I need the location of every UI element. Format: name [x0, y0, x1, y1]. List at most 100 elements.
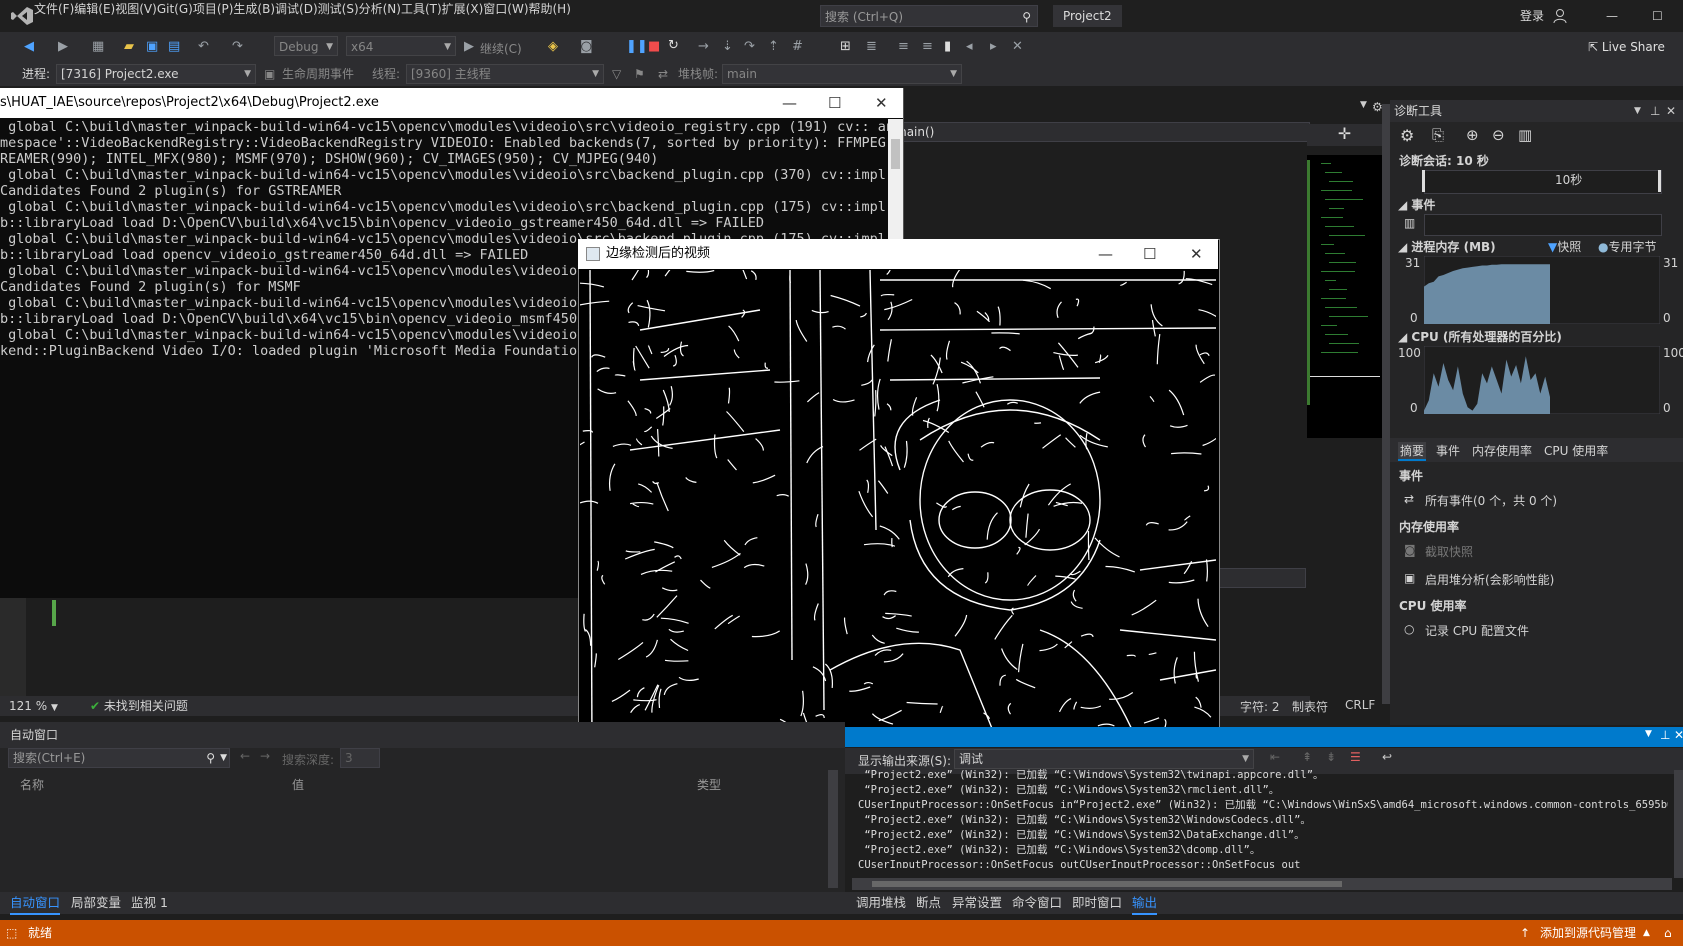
chevron-down-icon[interactable]: ▼: [1645, 729, 1652, 739]
window-maximize-button[interactable]: ☐: [1652, 0, 1663, 32]
chevron-down-icon[interactable]: ▼: [1634, 100, 1641, 122]
attach-icon[interactable]: ◈: [548, 39, 558, 54]
tab-events[interactable]: 事件: [1436, 442, 1460, 459]
search-depth-dropdown[interactable]: 3: [340, 748, 380, 768]
chevron-down-icon[interactable]: ▼: [1360, 100, 1367, 110]
navigate-back-icon[interactable]: ◀: [24, 39, 34, 54]
tab-memory-usage[interactable]: 内存使用率: [1472, 442, 1532, 459]
editor-vertical-scrollbar[interactable]: [1382, 104, 1390, 704]
output-source-dropdown[interactable]: 调试 ▼: [954, 749, 1254, 769]
platform-dropdown[interactable]: x64 ▼: [346, 36, 456, 56]
user-icon[interactable]: [1553, 8, 1569, 24]
zoom-level-dropdown[interactable]: 121 % ▼: [9, 696, 58, 718]
step-into-icon[interactable]: ⇣: [722, 39, 733, 54]
clear-all-icon[interactable]: ☰: [1350, 750, 1361, 764]
cpu-section-header[interactable]: ◢ CPU (所有处理器的百分比): [1398, 328, 1562, 345]
timeline-start-marker[interactable]: [1422, 170, 1425, 192]
login-link[interactable]: 登录: [1520, 0, 1544, 32]
minimize-icon[interactable]: —: [1098, 239, 1113, 269]
enable-heap-profiling-button[interactable]: 启用堆分析(会影响性能): [1425, 571, 1554, 588]
stackframe-dropdown[interactable]: main ▼: [722, 64, 962, 84]
configuration-dropdown[interactable]: Debug ▼: [274, 36, 338, 56]
close-icon[interactable]: ✕: [1666, 100, 1676, 122]
column-header-type[interactable]: 类型: [697, 776, 721, 793]
bookmark-icon[interactable]: ▮: [944, 39, 951, 54]
step-over-icon[interactable]: ↷: [744, 39, 755, 54]
notification-icon[interactable]: ⬚: [6, 920, 17, 946]
add-to-source-control-button[interactable]: 添加到源代码管理: [1540, 920, 1636, 946]
navigate-forward-icon[interactable]: ▶: [58, 39, 68, 54]
menu-item-1[interactable]: 编辑(E): [74, 2, 115, 16]
thread-dropdown[interactable]: [9360] 主线程 ▼: [406, 64, 604, 84]
edge-window-title-bar[interactable]: 边缘检测后的视频 — ☐ ✕: [578, 239, 1218, 269]
minimize-icon[interactable]: —: [782, 88, 797, 118]
indent-mode[interactable]: 制表符: [1292, 698, 1328, 715]
close-icon[interactable]: ✕: [875, 88, 888, 118]
open-folder-icon[interactable]: ▰: [124, 39, 134, 54]
next-bookmark-icon[interactable]: ▸: [990, 39, 997, 54]
split-editor-icon[interactable]: ✛: [1307, 124, 1382, 146]
report-chart-icon[interactable]: ▥: [1518, 126, 1532, 144]
clear-bookmarks-icon[interactable]: ✕: [1012, 39, 1023, 54]
timeline-end-marker[interactable]: [1658, 170, 1661, 192]
tab-cpu-usage[interactable]: CPU 使用率: [1544, 442, 1608, 459]
menu-item-0[interactable]: 文件(F): [34, 2, 74, 16]
console-title-bar[interactable]: s\HUAT_IAE\source\repos\Project2\x64\Deb…: [0, 88, 903, 118]
tab-exception-settings[interactable]: 异常设置: [952, 893, 1002, 913]
menu-item-8[interactable]: 分析(N): [359, 2, 401, 16]
menu-item-6[interactable]: 调试(D): [275, 2, 318, 16]
arrow-right-icon[interactable]: →: [260, 749, 270, 763]
uncomment-icon[interactable]: ≡: [922, 39, 933, 54]
show-threads-icon[interactable]: ⇄: [658, 62, 668, 86]
menu-item-4[interactable]: 项目(P): [193, 2, 234, 16]
gear-icon[interactable]: ⚙: [1372, 100, 1383, 114]
line-ending[interactable]: CRLF: [1345, 698, 1375, 712]
tab-autos[interactable]: 自动窗口: [10, 893, 61, 915]
menu-item-12[interactable]: 帮助(H): [529, 2, 571, 16]
tab-locals[interactable]: 局部变量: [71, 893, 121, 913]
continue-button[interactable]: 继续(C): [480, 40, 522, 57]
screenshot-icon[interactable]: ◙: [580, 39, 593, 54]
step-out-icon[interactable]: ⇡: [768, 39, 779, 54]
events-section-header[interactable]: ◢ 事件: [1398, 196, 1435, 213]
scrollbar-thumb[interactable]: [872, 881, 1342, 887]
window-minimize-button[interactable]: —: [1606, 0, 1618, 32]
word-wrap-icon[interactable]: ↩: [1382, 750, 1392, 764]
tab-call-stack[interactable]: 调用堆栈: [856, 893, 906, 913]
pin-icon[interactable]: ⊥: [1650, 100, 1660, 122]
comment-icon[interactable]: ≡: [898, 39, 909, 54]
maximize-icon[interactable]: ☐: [1143, 239, 1156, 269]
menu-item-2[interactable]: 视图(V): [115, 2, 157, 16]
tab-breakpoints[interactable]: 断点: [916, 893, 941, 913]
memory-section-header[interactable]: ◢ 进程内存 (MB): [1398, 238, 1496, 255]
menu-item-3[interactable]: Git(G): [157, 2, 193, 16]
save-icon[interactable]: ▣: [146, 39, 158, 54]
settings-gear-icon[interactable]: ⚙: [1400, 126, 1414, 145]
pin-icon[interactable]: ⊥: [1660, 728, 1670, 742]
arrow-left-icon[interactable]: ←: [240, 749, 250, 763]
close-icon[interactable]: ✕: [1674, 728, 1683, 742]
find-message-icon[interactable]: ⇤: [1270, 750, 1280, 764]
issues-indicator[interactable]: ✔ 未找到相关问题: [90, 696, 188, 716]
new-project-icon[interactable]: ▦: [92, 39, 104, 54]
process-dropdown[interactable]: [7316] Project2.exe ▼: [56, 64, 256, 84]
redo-icon[interactable]: ↷: [232, 39, 243, 54]
column-header-value[interactable]: 值: [292, 776, 304, 793]
thread-icon[interactable]: ⊞: [840, 39, 851, 54]
menu-item-9[interactable]: 工具(T): [401, 2, 442, 16]
tab-command-window[interactable]: 命令窗口: [1012, 893, 1062, 913]
tab-summary[interactable]: 摘要: [1398, 442, 1427, 461]
menu-item-7[interactable]: 测试(S): [318, 2, 359, 16]
output-horizontal-scrollbar[interactable]: [852, 878, 1672, 890]
undo-icon[interactable]: ↶: [198, 39, 209, 54]
pause-events-icon[interactable]: ▥: [1404, 216, 1415, 230]
next-message-icon[interactable]: ⇟: [1326, 750, 1336, 764]
menu-item-5[interactable]: 生成(B): [233, 2, 275, 16]
restart-icon[interactable]: ↻: [668, 38, 679, 53]
cpu-chart[interactable]: [1424, 346, 1660, 414]
output-vertical-scrollbar[interactable]: [1674, 770, 1683, 878]
zoom-in-icon[interactable]: ⊕: [1466, 126, 1479, 144]
stop-icon[interactable]: ■: [648, 39, 660, 54]
filter-icon[interactable]: ▽: [612, 62, 621, 86]
editor-minimap[interactable]: [1307, 155, 1382, 438]
